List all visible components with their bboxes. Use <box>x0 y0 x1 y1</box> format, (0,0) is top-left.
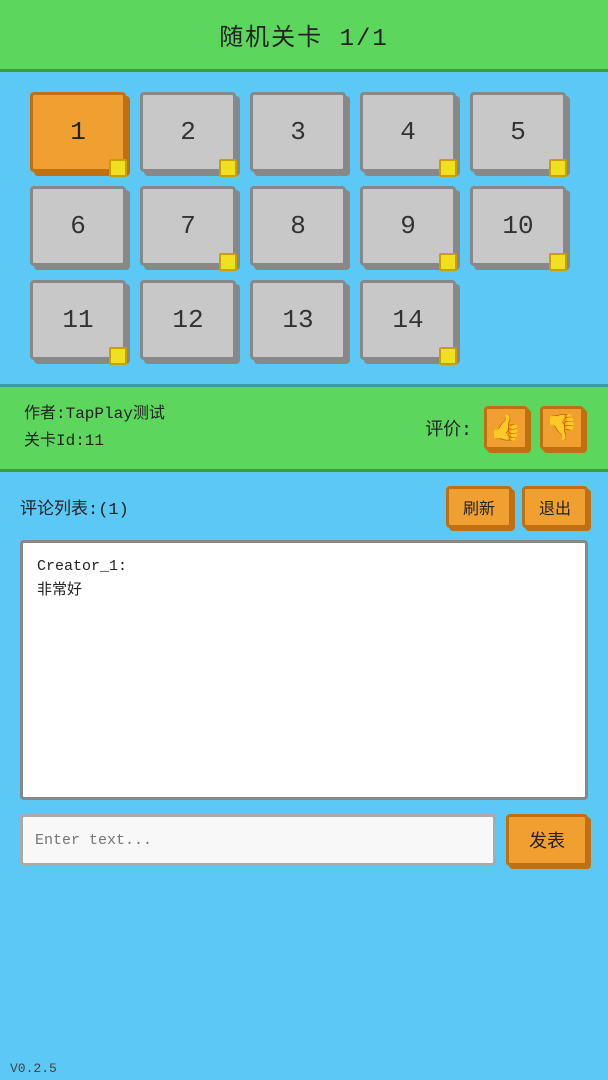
level-btn-6[interactable]: 6 <box>30 186 126 266</box>
info-section: 作者:TapPlay测试 关卡Id:11 评价: 👍 👎 <box>0 387 608 472</box>
coin-11 <box>109 347 127 365</box>
coin-5 <box>549 159 567 177</box>
level-num-13: 13 <box>282 305 313 335</box>
level-btn-4[interactable]: 4 <box>360 92 456 172</box>
refresh-button[interactable]: 刷新 <box>446 486 512 528</box>
level-num-9: 9 <box>400 211 416 241</box>
level-num-4: 4 <box>400 117 416 147</box>
level-btn-9[interactable]: 9 <box>360 186 456 266</box>
text-input-row: 发表 <box>20 814 588 866</box>
thumbdown-icon: 👎 <box>546 413 578 444</box>
comment-section: 评论列表:(1) 刷新 退出 Creator_1: 非常好 发表 <box>0 472 608 880</box>
level-section: 1 2 3 4 5 6 7 8 9 <box>0 72 608 387</box>
level-num-12: 12 <box>172 305 203 335</box>
level-btn-14[interactable]: 14 <box>360 280 456 360</box>
coin-4 <box>439 159 457 177</box>
level-num-2: 2 <box>180 117 196 147</box>
comment-actions: 刷新 退出 <box>446 486 588 528</box>
level-btn-13[interactable]: 13 <box>250 280 346 360</box>
level-btn-3[interactable]: 3 <box>250 92 346 172</box>
thumbup-button[interactable]: 👍 <box>484 406 528 450</box>
submit-button[interactable]: 发表 <box>506 814 588 866</box>
level-num-3: 3 <box>290 117 306 147</box>
level-btn-5[interactable]: 5 <box>470 92 566 172</box>
level-btn-8[interactable]: 8 <box>250 186 346 266</box>
text-input[interactable] <box>20 814 496 866</box>
coin-14 <box>439 347 457 365</box>
rating-area: 评价: 👍 👎 <box>425 406 584 450</box>
comment-entry-0: Creator_1: 非常好 <box>37 555 571 603</box>
header-title: 随机关卡 1/1 <box>219 17 389 53</box>
coin-1 <box>109 159 127 177</box>
level-num-6: 6 <box>70 211 86 241</box>
level-row-3: 11 12 13 14 <box>30 280 578 360</box>
coin-7 <box>219 253 237 271</box>
id-label: 关卡Id:11 <box>24 428 165 455</box>
comment-box: Creator_1: 非常好 <box>20 540 588 800</box>
rating-label: 评价: <box>425 415 472 441</box>
level-btn-7[interactable]: 7 <box>140 186 236 266</box>
coin-9 <box>439 253 457 271</box>
comment-text-0: 非常好 <box>37 582 82 599</box>
comment-user-0: Creator_1: <box>37 558 127 575</box>
author-label: 作者:TapPlay测试 <box>24 401 165 428</box>
level-num-7: 7 <box>180 211 196 241</box>
thumbup-icon: 👍 <box>490 413 522 444</box>
level-num-8: 8 <box>290 211 306 241</box>
level-btn-2[interactable]: 2 <box>140 92 236 172</box>
coin-2 <box>219 159 237 177</box>
level-btn-1[interactable]: 1 <box>30 92 126 172</box>
thumbdown-button[interactable]: 👎 <box>540 406 584 450</box>
info-text-block: 作者:TapPlay测试 关卡Id:11 <box>24 401 165 455</box>
version-label: V0.2.5 <box>10 1061 57 1076</box>
level-num-1: 1 <box>70 117 86 147</box>
level-num-14: 14 <box>392 305 423 335</box>
header: 随机关卡 1/1 <box>0 0 608 72</box>
level-num-11: 11 <box>62 305 93 335</box>
level-row-1: 1 2 3 4 5 <box>30 92 578 172</box>
level-num-5: 5 <box>510 117 526 147</box>
level-row-2: 6 7 8 9 10 <box>30 186 578 266</box>
level-btn-11[interactable]: 11 <box>30 280 126 360</box>
level-btn-12[interactable]: 12 <box>140 280 236 360</box>
exit-button[interactable]: 退出 <box>522 486 588 528</box>
comment-title: 评论列表:(1) <box>20 494 129 520</box>
level-btn-10[interactable]: 10 <box>470 186 566 266</box>
comment-header: 评论列表:(1) 刷新 退出 <box>20 486 588 528</box>
coin-10 <box>549 253 567 271</box>
level-num-10: 10 <box>502 211 533 241</box>
